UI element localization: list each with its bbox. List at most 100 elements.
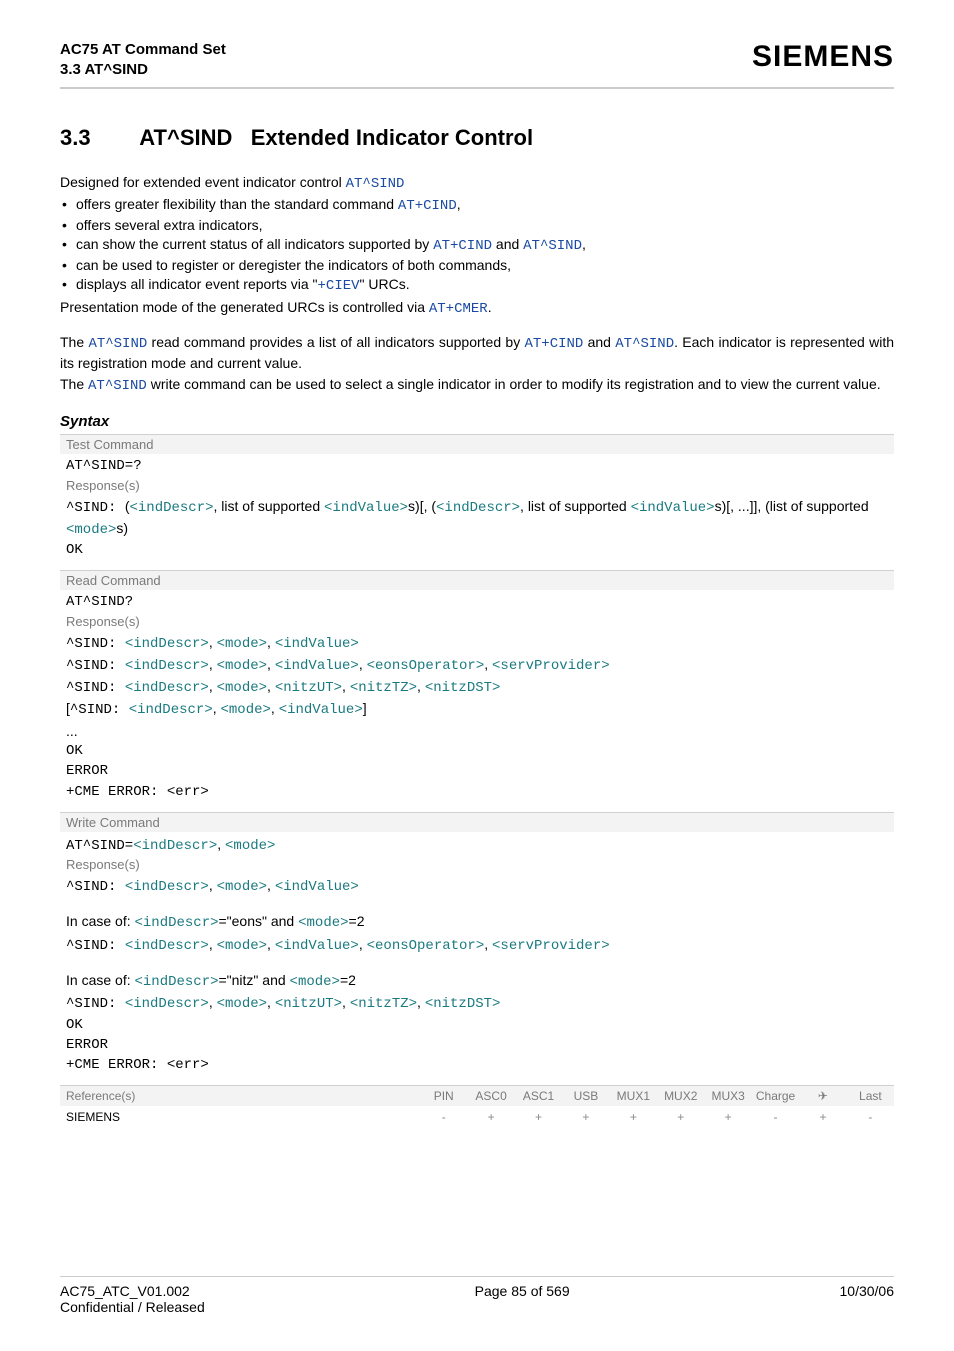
w3p1[interactable]: <indDescr> — [125, 996, 209, 1012]
col-charge: Charge — [752, 1086, 799, 1106]
test-ok: OK — [66, 540, 888, 560]
b3-cmd2[interactable]: AT^SIND — [523, 238, 582, 254]
w3p3[interactable]: <nitzUT> — [275, 996, 342, 1012]
w2p4[interactable]: <eonsOperator> — [367, 938, 485, 954]
t-p3[interactable]: <indDescr> — [436, 500, 520, 516]
t-a: ^SIND: — [66, 500, 125, 516]
b5-post: " URCs. — [360, 276, 410, 292]
footer-confidential: Confidential / Released — [60, 1299, 205, 1315]
col-airplane-icon: ✈ — [799, 1086, 846, 1106]
bullet-3: can show the current status of all indic… — [60, 235, 894, 256]
col-pin: PIN — [420, 1086, 467, 1106]
read-line-1: ^SIND: <indDescr>, <mode>, <indValue> — [66, 632, 888, 654]
p3-cmd[interactable]: AT^SIND — [88, 378, 147, 394]
r1p1[interactable]: <indDescr> — [125, 636, 209, 652]
r4p2[interactable]: <mode> — [221, 702, 271, 718]
r3p2[interactable]: <mode> — [217, 680, 267, 696]
reference-label: Reference(s) — [60, 1086, 420, 1106]
write-line-1: ^SIND: <indDescr>, <mode>, <indValue> — [66, 875, 888, 897]
b5-cmd[interactable]: +CIEV — [318, 278, 360, 294]
w3p2[interactable]: <mode> — [217, 996, 267, 1012]
t-p5[interactable]: <mode> — [66, 522, 116, 538]
r1p3[interactable]: <indValue> — [275, 636, 359, 652]
reference-vals: - + + + + + + - + - — [420, 1106, 894, 1129]
b3-pre: can show the current status of all indic… — [76, 236, 433, 252]
w2p5[interactable]: <servProvider> — [492, 938, 610, 954]
c1p2[interactable]: <mode> — [298, 915, 348, 931]
col-usb: USB — [562, 1086, 609, 1106]
c2post: =2 — [340, 972, 356, 988]
val-pin: - — [420, 1106, 467, 1129]
header-rule — [60, 87, 894, 89]
r1p2[interactable]: <mode> — [217, 636, 267, 652]
bullet-4: can be used to register or deregister th… — [60, 256, 894, 275]
rs3: ^SIND: — [66, 680, 125, 696]
r3p4[interactable]: <nitzTZ> — [350, 680, 417, 696]
page-footer: AC75_ATC_V01.002 Confidential / Released… — [60, 1276, 894, 1315]
r4p1[interactable]: <indDescr> — [129, 702, 213, 718]
w3p4[interactable]: <nitzTZ> — [350, 996, 417, 1012]
val-asc1: + — [515, 1106, 562, 1129]
r4p3[interactable]: <indValue> — [279, 702, 363, 718]
r2p1[interactable]: <indDescr> — [125, 658, 209, 674]
r3p5[interactable]: <nitzDST> — [425, 680, 501, 696]
pres-cmd[interactable]: AT+CMER — [429, 301, 488, 317]
reference-header-row: Reference(s) PIN ASC0 ASC1 USB MUX1 MUX2… — [60, 1085, 894, 1106]
read-dots: ... — [66, 721, 888, 741]
intro-lead-text: Designed for extended event indicator co… — [60, 174, 346, 190]
test-resp-label: Response(s) — [66, 477, 888, 496]
w1p1[interactable]: <indDescr> — [125, 879, 209, 895]
c2p2[interactable]: <mode> — [290, 974, 340, 990]
p2-cmd1[interactable]: AT^SIND — [88, 336, 147, 352]
pres-post: . — [488, 299, 492, 315]
rs1: ^SIND: — [66, 636, 125, 652]
t-d: s)[, ( — [408, 498, 436, 514]
p2-cmd3[interactable]: AT^SIND — [615, 336, 674, 352]
bullet-2: offers several extra indicators, — [60, 216, 894, 235]
c2pre: In case of: — [66, 972, 134, 988]
c1post: =2 — [349, 913, 365, 929]
wc-p2[interactable]: <mode> — [225, 838, 275, 854]
col-mux3: MUX3 — [704, 1086, 751, 1106]
section-number: 3.3 — [60, 125, 134, 151]
ws3: ^SIND: — [66, 996, 125, 1012]
presentation-para: Presentation mode of the generated URCs … — [60, 298, 894, 319]
w3p5[interactable]: <nitzDST> — [425, 996, 501, 1012]
para-read: The AT^SIND read command provides a list… — [60, 333, 894, 373]
section-heading: 3.3 AT^SIND Extended Indicator Control — [60, 125, 894, 151]
w2p2[interactable]: <mode> — [217, 938, 267, 954]
col-last: Last — [847, 1086, 894, 1106]
r3p1[interactable]: <indDescr> — [125, 680, 209, 696]
r2p2[interactable]: <mode> — [217, 658, 267, 674]
p2-cmd2[interactable]: AT+CIND — [525, 336, 584, 352]
r3p3[interactable]: <nitzUT> — [275, 680, 342, 696]
intro-lead-cmd[interactable]: AT^SIND — [346, 176, 405, 192]
footer-left: AC75_ATC_V01.002 Confidential / Released — [60, 1283, 205, 1315]
r2p4[interactable]: <eonsOperator> — [367, 658, 485, 674]
c1p1[interactable]: <indDescr> — [134, 915, 218, 931]
b3-cmd1[interactable]: AT+CIND — [433, 238, 492, 254]
page-header: AC75 AT Command Set 3.3 AT^SIND SIEMENS — [60, 40, 894, 81]
b3-post: , — [582, 236, 586, 252]
w2p3[interactable]: <indValue> — [275, 938, 359, 954]
p2a: The — [60, 334, 88, 350]
t-p2[interactable]: <indValue> — [324, 500, 408, 516]
b5-pre: displays all indicator event reports via… — [76, 276, 318, 292]
write-command-body: AT^SIND=<indDescr>, <mode> Response(s) ^… — [60, 832, 894, 1086]
t-p1[interactable]: <indDescr> — [129, 500, 213, 516]
b1-post: , — [457, 196, 461, 212]
w2p1[interactable]: <indDescr> — [125, 938, 209, 954]
reference-vendor: SIEMENS — [60, 1106, 420, 1129]
reference-data-row: SIEMENS - + + + + + + - + - — [60, 1106, 894, 1137]
c1pre: In case of: — [66, 913, 134, 929]
read-resp-label: Response(s) — [66, 613, 888, 632]
b1-cmd[interactable]: AT+CIND — [398, 198, 457, 214]
c2p1[interactable]: <indDescr> — [134, 974, 218, 990]
wc-p1[interactable]: <indDescr> — [133, 838, 217, 854]
w1p3[interactable]: <indValue> — [275, 879, 359, 895]
r2p3[interactable]: <indValue> — [275, 658, 359, 674]
w1p2[interactable]: <mode> — [217, 879, 267, 895]
r2p5[interactable]: <servProvider> — [492, 658, 610, 674]
r4rb: ] — [363, 700, 367, 716]
t-p4[interactable]: <indValue> — [631, 500, 715, 516]
